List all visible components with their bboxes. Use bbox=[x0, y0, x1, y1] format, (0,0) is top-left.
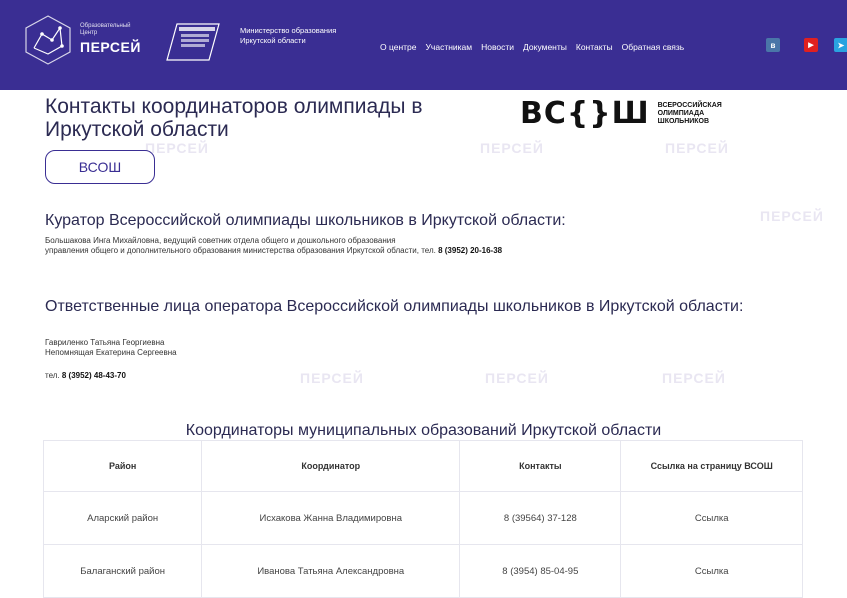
page-title: Контакты координаторов олимпиады в Иркут… bbox=[45, 95, 423, 141]
column-header-coordinator: Координатор bbox=[201, 440, 461, 492]
district-cell: Балаганский район bbox=[42, 544, 203, 598]
district-cell: Аларский район bbox=[42, 491, 203, 545]
youtube-icon[interactable]: ▶ bbox=[804, 38, 818, 52]
operator-person-1: Гавриленко Татьяна Георгиевна bbox=[45, 338, 165, 347]
coordinator-cell: Иванова Татьяна Александровна bbox=[201, 544, 461, 598]
curator-heading: Куратор Всероссийской олимпиады школьник… bbox=[45, 212, 566, 229]
watermark-text: ПЕРСЕЙ bbox=[485, 370, 549, 386]
nav-item-contacts[interactable]: Контакты bbox=[576, 42, 613, 52]
nav-item-about[interactable]: О центре bbox=[380, 42, 417, 52]
nav-item-documents[interactable]: Документы bbox=[523, 42, 567, 52]
vsosh-link[interactable]: Ссылка bbox=[620, 544, 803, 598]
table-header-row: Район Координатор Контакты Ссылка на стр… bbox=[42, 440, 803, 492]
vsosh-logo: ВС{}Ш ВСЕРОССИЙСКАЯ ОЛИМПИАДА ШКОЛЬНИКОВ bbox=[520, 96, 738, 131]
watermark-text: ПЕРСЕЙ bbox=[665, 140, 729, 156]
watermark-text: ПЕРСЕЙ bbox=[300, 370, 364, 386]
logo-title: ПЕРСЕЙ bbox=[80, 39, 141, 55]
table-row: Балаганский район Иванова Татьяна Алекса… bbox=[42, 544, 803, 598]
coordinators-table-title: Координаторы муниципальных образований И… bbox=[185, 422, 662, 439]
curator-phone: 8 (3952) 20-16-38 bbox=[438, 245, 503, 255]
watermark-text: ПЕРСЕЙ bbox=[480, 140, 544, 156]
national-projects-logo-icon bbox=[166, 23, 220, 61]
curator-line2: управления общего и дополнительного обра… bbox=[45, 245, 503, 255]
site-header: Образовательный Центр ПЕРСЕЙ Министерств… bbox=[0, 0, 847, 90]
column-header-link: Ссылка на страницу ВСОШ bbox=[620, 440, 803, 492]
operators-info: Гавриленко Татьяна Георгиевна Непомнящая… bbox=[45, 338, 177, 357]
coordinator-cell: Исхакова Жанна Владимировна bbox=[201, 491, 461, 545]
persey-logo-icon[interactable] bbox=[22, 14, 74, 66]
curator-info: Большакова Инга Михайловна, ведущий сове… bbox=[45, 236, 805, 255]
vsosh-logo-mark: ВС{}Ш bbox=[520, 96, 650, 131]
telegram-icon[interactable]: ➤ bbox=[834, 38, 847, 52]
column-header-district: Район bbox=[42, 440, 203, 492]
table-row: Аларский район Исхакова Жанна Владимиров… bbox=[42, 491, 803, 545]
contact-cell: 8 (39564) 37-128 bbox=[459, 491, 622, 545]
nav-item-feedback[interactable]: Обратная связь bbox=[622, 42, 685, 52]
contact-cell: 8 (3954) 85-04-95 bbox=[459, 544, 622, 598]
operator-person-2: Непомнящая Екатерина Сергеевна bbox=[45, 347, 177, 357]
watermark-text: ПЕРСЕЙ bbox=[145, 140, 209, 156]
ministry-label[interactable]: Министерство образования Иркутской облас… bbox=[240, 26, 370, 46]
operators-heading: Ответственные лица оператора Всероссийск… bbox=[45, 298, 744, 315]
curator-line1: Большакова Инга Михайловна, ведущий сове… bbox=[45, 236, 396, 245]
column-header-contacts: Контакты bbox=[459, 440, 622, 492]
logo-text[interactable]: Образовательный Центр ПЕРСЕЙ bbox=[80, 23, 141, 55]
main-nav: О центре Участникам Новости Документы Ко… bbox=[380, 42, 693, 52]
nav-item-news[interactable]: Новости bbox=[481, 42, 514, 52]
vsosh-logo-subtitle: ВСЕРОССИЙСКАЯ ОЛИМПИАДА ШКОЛЬНИКОВ bbox=[657, 101, 722, 125]
vsosh-button[interactable]: ВСОШ bbox=[45, 150, 155, 184]
operators-phone-line: тел. 8 (3952) 48-43-70 bbox=[45, 371, 126, 380]
coordinators-table: Район Координатор Контакты Ссылка на стр… bbox=[42, 440, 803, 598]
operators-phone: 8 (3952) 48-43-70 bbox=[61, 371, 126, 380]
logo-subtitle: Образовательный Центр bbox=[80, 23, 131, 36]
vk-icon[interactable]: в bbox=[766, 38, 780, 52]
vsosh-link[interactable]: Ссылка bbox=[620, 491, 803, 545]
watermark-text: ПЕРСЕЙ bbox=[662, 370, 726, 386]
nav-item-participants[interactable]: Участникам bbox=[426, 42, 473, 52]
